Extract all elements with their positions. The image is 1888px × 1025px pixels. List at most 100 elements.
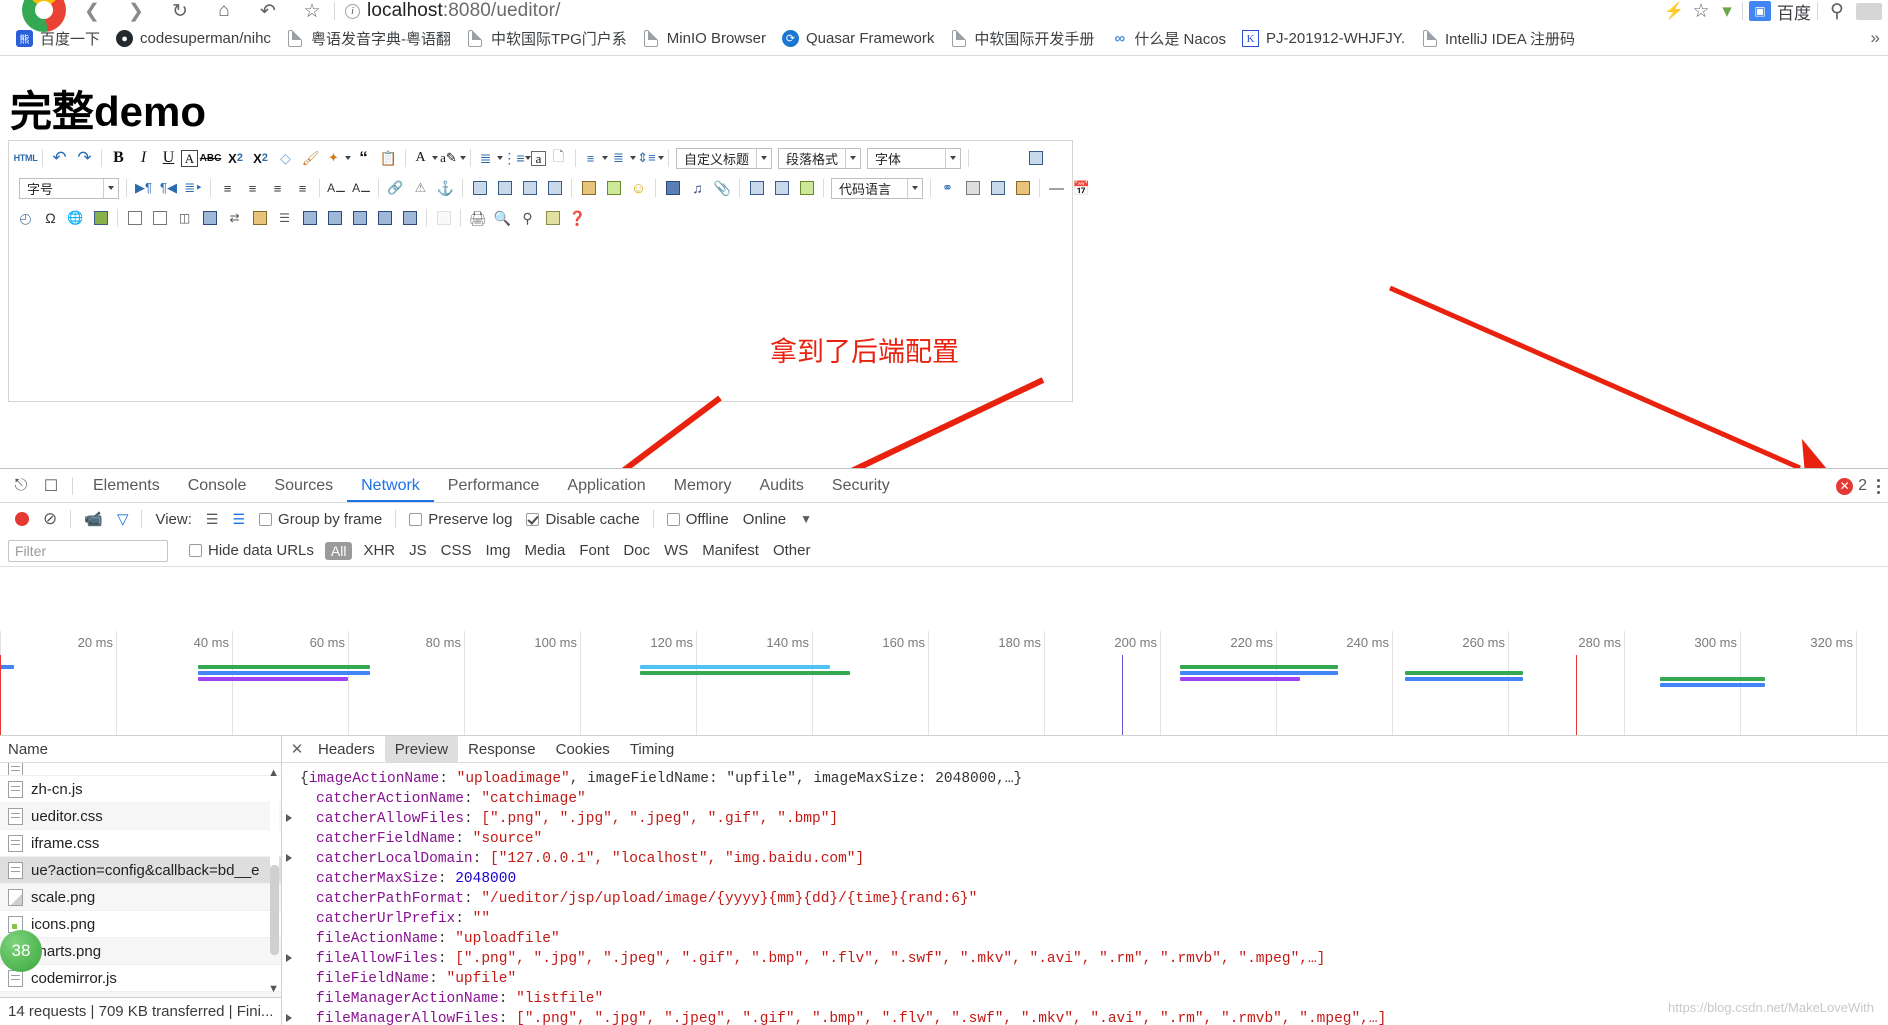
device-toolbar-icon[interactable]: ☐ — [36, 471, 66, 501]
search-replace-icon[interactable]: A⚊ — [324, 176, 349, 200]
line-height-icon[interactable]: ⇕≡ — [636, 146, 657, 170]
preserve-log-checkbox[interactable]: Preserve log — [402, 511, 519, 528]
search-icon[interactable]: ⚲ — [1824, 0, 1850, 22]
bookmark-quasar-framework[interactable]: ⟳ Quasar Framework — [774, 26, 942, 52]
tab-sources[interactable]: Sources — [260, 469, 347, 502]
close-icon[interactable]: ✕ — [286, 740, 308, 758]
json-line[interactable]: catcherUrlPrefix: "" — [282, 909, 1888, 929]
emotion-icon[interactable]: ☺ — [626, 176, 651, 200]
table-all-icon[interactable] — [372, 206, 397, 230]
star-icon[interactable]: ☆ — [290, 0, 334, 22]
wordimage-icon[interactable] — [1010, 176, 1035, 200]
indent-left-icon[interactable]: ¶◀ — [156, 176, 181, 200]
list-view-icon[interactable]: ☰ — [199, 511, 226, 528]
redo-icon[interactable]: ↷ — [72, 146, 97, 170]
filter-type-font[interactable]: Font — [572, 542, 616, 559]
address-bar[interactable]: i localhost:8080/ueditor/ — [345, 0, 1664, 22]
delete-row-icon[interactable] — [297, 206, 322, 230]
spell-check-icon[interactable]: A⚊ — [349, 176, 374, 200]
editor-content-area[interactable] — [9, 233, 1072, 401]
chevron-down-icon[interactable]: ▼ — [793, 512, 819, 526]
strikethrough-icon[interactable]: ABC — [198, 146, 223, 170]
bookmark-intellij-idea[interactable]: IntelliJ IDEA 注册码 — [1413, 26, 1583, 52]
attachment-icon[interactable]: 📎 — [710, 176, 735, 200]
search-icon[interactable]: ⚲ — [515, 206, 540, 230]
gmap-icon[interactable] — [794, 176, 819, 200]
tab-elements[interactable]: Elements — [79, 469, 174, 502]
empty-icon[interactable] — [431, 206, 456, 230]
request-list[interactable]: zh-cn.js ueditor.css iframe.css ue?actio… — [0, 763, 281, 997]
auto-typeset-icon[interactable]: ✦ — [323, 146, 344, 170]
underline-icon[interactable]: U — [156, 146, 181, 170]
devtools-more-menu-icon[interactable] — [1877, 478, 1880, 494]
chevron-down-icon[interactable] — [103, 178, 118, 198]
network-timeline[interactable]: 20 ms 40 ms 60 ms 80 ms 100 ms 120 ms 14… — [0, 631, 1888, 736]
filter-type-doc[interactable]: Doc — [616, 542, 657, 559]
throttling-select[interactable]: Online — [736, 511, 793, 528]
expand-triangle-icon[interactable] — [286, 814, 292, 822]
reload-icon[interactable]: ↻ — [158, 0, 202, 22]
inspect-element-icon[interactable]: ⎋ — [6, 471, 36, 501]
bookmark-pj-201912[interactable]: K PJ-201912-WHJFJY. — [1234, 26, 1413, 52]
json-line[interactable]: catcherPathFormat: "/ueditor/jsp/upload/… — [282, 889, 1888, 909]
list-item[interactable]: ueditor.css — [0, 803, 281, 830]
json-line[interactable]: catcherLocalDomain: ["127.0.0.1", "local… — [282, 849, 1888, 869]
disable-cache-checkbox[interactable]: Disable cache — [519, 511, 646, 528]
indent-icon[interactable]: ≣‣ — [181, 176, 206, 200]
capture-screenshots-button[interactable]: 📹 — [77, 510, 110, 528]
avatar[interactable] — [1856, 2, 1882, 20]
filter-type-ws[interactable]: WS — [657, 542, 695, 559]
bookmarks-overflow-button[interactable]: » — [1871, 28, 1880, 48]
filter-type-js[interactable]: JS — [402, 542, 434, 559]
tab-cookies[interactable]: Cookies — [546, 736, 620, 762]
merge-cells-icon[interactable] — [197, 206, 222, 230]
special-char-icon[interactable]: Ω — [38, 206, 63, 230]
chevron-down-icon[interactable] — [945, 148, 960, 168]
forward-arrow-icon[interactable]: ❯ — [114, 0, 158, 22]
list-item[interactable]: codemirror.js — [0, 965, 281, 992]
filter-type-css[interactable]: CSS — [434, 542, 479, 559]
tab-headers[interactable]: Headers — [308, 736, 385, 762]
snapshot-icon[interactable] — [985, 176, 1010, 200]
font-size-select[interactable]: 字号 — [19, 177, 119, 199]
preview-json-view[interactable]: {imageActionName: "uploadimage", imageFi… — [282, 763, 1888, 1025]
tab-network[interactable]: Network — [347, 469, 434, 502]
valign-icon[interactable]: ≣ — [608, 146, 629, 170]
unordered-list-icon[interactable]: ⋮≡ — [502, 146, 524, 170]
preview-icon[interactable]: 🔍 — [490, 206, 515, 230]
clear-button[interactable]: ⊘ — [36, 509, 64, 529]
paragraph-format-select[interactable]: 段落格式 — [778, 147, 862, 169]
hide-data-urls-checkbox[interactable]: Hide data URLs — [182, 542, 321, 559]
baidu-map-icon[interactable] — [88, 206, 113, 230]
bookmark-codesuperman[interactable]: ● codesuperman/nihc — [108, 26, 279, 52]
table-empty-icon[interactable] — [397, 206, 422, 230]
fullscreen-icon[interactable] — [1023, 146, 1048, 170]
filter-type-img[interactable]: Img — [478, 542, 517, 559]
star-outline-icon[interactable]: ☆ — [1690, 0, 1712, 22]
remove-format-icon[interactable]: ◇ — [273, 146, 298, 170]
filter-type-other[interactable]: Other — [766, 542, 818, 559]
undo-icon[interactable]: ↶ — [47, 146, 72, 170]
home-icon[interactable]: ⌂ — [202, 0, 246, 22]
chevron-down-icon[interactable]: ▾ — [1718, 0, 1736, 22]
filter-toggle-button[interactable]: ▽ — [110, 510, 136, 528]
list-item[interactable]: charts.png — [0, 938, 281, 965]
paste-icon[interactable] — [540, 206, 565, 230]
list-item[interactable]: iframe.css — [0, 830, 281, 857]
filter-type-manifest[interactable]: Manifest — [695, 542, 766, 559]
expand-triangle-icon[interactable] — [286, 854, 292, 862]
expand-triangle-icon[interactable] — [286, 1014, 292, 1022]
bookmark-tpg-portal[interactable]: 中软国际TPG门户系 — [459, 26, 635, 52]
blockquote-icon[interactable]: “ — [351, 146, 376, 170]
record-button[interactable] — [8, 512, 36, 526]
json-line[interactable]: fileFieldName: "upfile" — [282, 969, 1888, 989]
google-map-icon[interactable]: 🌐 — [63, 206, 88, 230]
font-border-icon[interactable]: A — [181, 149, 198, 167]
waterfall-view-icon[interactable]: ☰ — [225, 511, 252, 528]
spechars-icon[interactable]: ⚭ — [935, 176, 960, 200]
image-center-icon[interactable] — [517, 176, 542, 200]
json-line[interactable]: catcherFieldName: "source" — [282, 829, 1888, 849]
chevron-down-icon[interactable] — [845, 148, 860, 168]
html-source-icon[interactable]: HTML — [13, 146, 38, 170]
image-icon[interactable] — [576, 176, 601, 200]
